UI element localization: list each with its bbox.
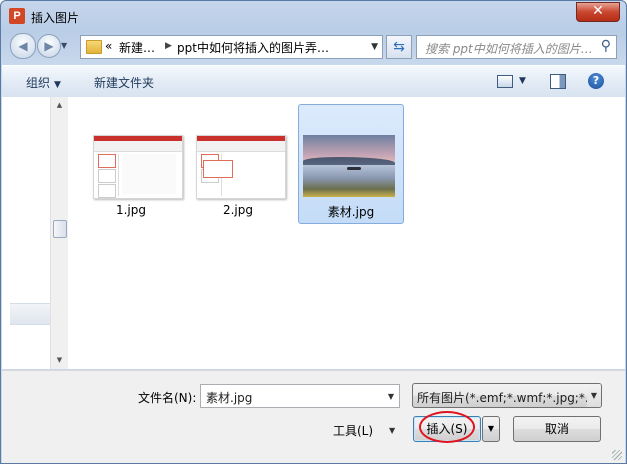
organize-label: 组织	[26, 76, 51, 90]
chevron-right-icon[interactable]: ▶	[165, 41, 172, 51]
file-name: 1.jpg	[115, 203, 147, 217]
filename-value: 素材.jpg	[206, 391, 253, 405]
slide-thumbnail	[93, 135, 183, 199]
file-list: 1.jpg 2.jpg 素材.jpg	[68, 97, 625, 369]
help-icon[interactable]: ?	[588, 73, 604, 89]
breadcrumb-item-new[interactable]: 新建…	[119, 39, 155, 56]
scrollbar-thumb[interactable]	[53, 220, 67, 238]
address-bar[interactable]: « 新建… ▶ ppt中如何将插入的图片弄… ▼	[80, 35, 383, 59]
chevron-down-icon[interactable]: ▼	[388, 392, 394, 401]
breadcrumb-overflow[interactable]: «	[105, 39, 112, 53]
cancel-button[interactable]: 取消	[513, 416, 601, 442]
chevron-down-icon[interactable]: ▼	[519, 76, 526, 86]
scroll-down-icon[interactable]: ▼	[51, 352, 68, 369]
thumb-ribbon	[94, 141, 182, 152]
breadcrumb-item-current[interactable]: ppt中如何将插入的图片弄…	[177, 39, 329, 56]
resize-grip[interactable]	[612, 450, 622, 460]
thumb-slide	[98, 154, 116, 168]
file-name: 2.jpg	[222, 203, 254, 217]
insert-picture-dialog: P 插入图片 ✕ ◀ ▶ ▼ « 新建… ▶ ppt中如何将插入的图片弄… ▼ …	[0, 0, 627, 464]
search-input[interactable]: 搜索 ppt中如何将插入的图片… ⚲	[416, 35, 617, 59]
file-item-2[interactable]: 2.jpg	[185, 104, 291, 224]
thumb-canvas	[203, 160, 233, 178]
command-bar: 组织 ▼ 新建文件夹 ▼ ?	[2, 65, 625, 98]
chevron-down-icon: ▼	[54, 80, 61, 90]
chevron-down-icon[interactable]: ▼	[587, 384, 601, 407]
photo-thumbnail	[303, 135, 395, 197]
thumb-slide-panel	[96, 154, 119, 198]
chevron-down-icon: ▼	[389, 426, 396, 435]
chevron-down-icon[interactable]: ▼	[371, 42, 378, 52]
file-item-1[interactable]: 1.jpg	[78, 104, 184, 224]
new-folder-button[interactable]: 新建文件夹	[94, 74, 154, 91]
highlight-circle-annotation	[419, 411, 475, 443]
thumb-slide	[98, 184, 116, 198]
bottom-panel: 文件名(N): 素材.jpg ▼ 所有图片(*.emf;*.wmf;*.jpg;…	[2, 370, 625, 463]
scroll-up-icon[interactable]: ▲	[51, 97, 68, 114]
search-placeholder: 搜索 ppt中如何将插入的图片…	[425, 42, 593, 56]
close-button[interactable]: ✕	[576, 2, 620, 22]
forward-button[interactable]: ▶	[37, 34, 61, 58]
file-item-3[interactable]: 素材.jpg	[298, 104, 404, 224]
arrow-left-icon: ◀	[18, 39, 28, 53]
organize-menu[interactable]: 组织 ▼	[26, 74, 61, 91]
search-icon[interactable]: ⚲	[601, 38, 611, 54]
arrow-right-icon: ▶	[44, 39, 54, 53]
vertical-scrollbar[interactable]: ▲ ▼	[50, 97, 68, 369]
filename-input[interactable]: 素材.jpg ▼	[200, 384, 400, 408]
powerpoint-icon: P	[9, 8, 25, 24]
thumb-ribbon	[197, 141, 285, 152]
filename-label: 文件名(N):	[138, 391, 197, 405]
tools-label: 工具(L)	[333, 424, 374, 438]
folder-icon	[86, 40, 102, 54]
history-dropdown-icon[interactable]: ▼	[61, 41, 67, 50]
slide-thumbnail	[196, 135, 286, 199]
insert-dropdown-button[interactable]: ▼	[482, 416, 500, 442]
back-button[interactable]: ◀	[10, 33, 36, 59]
thumb-canvas	[122, 154, 176, 194]
file-name: 素材.jpg	[327, 205, 375, 219]
refresh-button[interactable]: ⇆	[386, 35, 412, 59]
navigation-pane[interactable]	[2, 97, 50, 369]
photo-boat	[347, 167, 361, 170]
view-options-icon[interactable]	[497, 75, 513, 88]
thumb-slide	[98, 169, 116, 183]
tools-menu[interactable]: 工具(L) ▼	[326, 419, 419, 443]
filetype-select[interactable]: 所有图片(*.emf;*.wmf;*.jpg;*.jp ▼	[412, 383, 602, 408]
filetype-value: 所有图片(*.emf;*.wmf;*.jpg;*.jp	[417, 391, 600, 405]
preview-pane-icon[interactable]	[550, 74, 566, 89]
title-bar: P 插入图片 ✕	[1, 1, 626, 31]
nav-pane-item[interactable]	[10, 303, 50, 325]
dialog-title: 插入图片	[31, 11, 80, 25]
navigation-bar: ◀ ▶ ▼ « 新建… ▶ ppt中如何将插入的图片弄… ▼ ⇆ 搜索 ppt中…	[1, 31, 626, 63]
refresh-icon: ⇆	[393, 39, 405, 55]
